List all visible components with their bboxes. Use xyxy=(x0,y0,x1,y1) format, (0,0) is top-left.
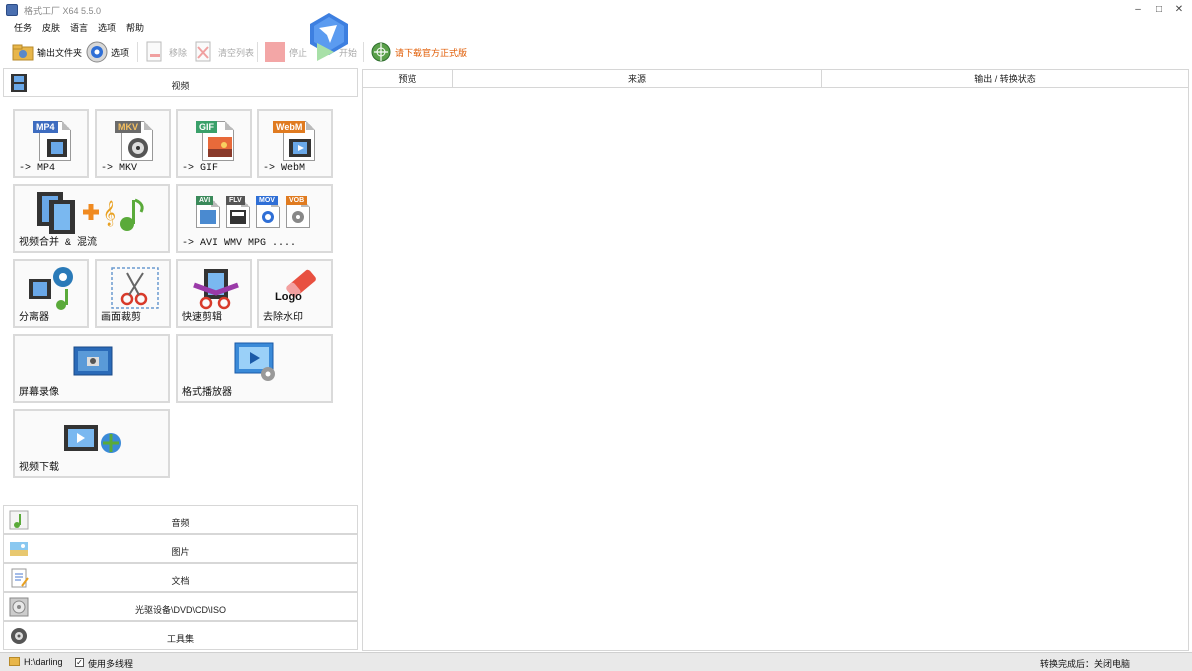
after-convert-option[interactable]: 转换完成后：关闭电脑 xyxy=(1040,657,1130,670)
clear-list-button[interactable]: 清空列表 xyxy=(193,40,254,64)
tile-to-mkv[interactable]: MKV -> MKV xyxy=(95,109,171,178)
category-toolbox[interactable]: 工具集 xyxy=(3,621,358,650)
play-icon xyxy=(314,41,336,63)
column-preview[interactable]: 预览 xyxy=(363,70,453,88)
tile-remove-watermark[interactable]: Logo 去除水印 xyxy=(257,259,333,328)
splitter-icon xyxy=(29,267,73,310)
screen-record-icon xyxy=(73,346,113,376)
stop-button[interactable]: 停止 xyxy=(264,40,307,64)
tile-video-merge-mux[interactable]: 𝄞 视频合并 & 混流 xyxy=(13,184,170,253)
category-optical-disc[interactable]: 光驱设备\DVD\CD\ISO xyxy=(3,592,358,621)
start-button[interactable]: 开始 xyxy=(314,40,357,64)
format-factory-window: 格式工厂 X64 5.5.0 – □ ✕ 任务 皮肤 语言 选项 帮助 输出文件… xyxy=(0,0,1192,671)
tile-splitter[interactable]: 分离器 xyxy=(13,259,89,328)
tile-to-gif[interactable]: GIF -> GIF xyxy=(176,109,252,178)
folder-icon xyxy=(12,41,34,63)
tile-to-avi-wmv-mpg[interactable]: AVI FLV MOV VOB -> AVI WMV MPG .... xyxy=(176,184,333,253)
player-icon xyxy=(234,342,275,381)
tile-to-mp4[interactable]: MP4 -> MP4 xyxy=(13,109,89,178)
multithread-checkbox[interactable]: ✓ xyxy=(75,658,84,667)
task-list[interactable]: 预览 来源 输出 / 转换状态 xyxy=(362,69,1189,651)
category-document[interactable]: 文档 xyxy=(3,563,358,592)
title-bar: 格式工厂 X64 5.5.0 – □ ✕ xyxy=(0,0,1192,20)
clear-icon xyxy=(193,41,215,63)
category-audio[interactable]: 音频 xyxy=(3,505,358,534)
tile-quick-clip[interactable]: 快速剪辑 xyxy=(176,259,252,328)
menu-options[interactable]: 选项 xyxy=(98,21,116,34)
download-official-button[interactable]: 请下载官方正式版 xyxy=(370,40,467,64)
gif-file-icon: GIF xyxy=(196,117,236,163)
tile-to-webm[interactable]: WebM -> WebM xyxy=(257,109,333,178)
category-video[interactable]: 视频 xyxy=(3,68,358,97)
category-image[interactable]: 图片 xyxy=(3,534,358,563)
globe-icon xyxy=(370,41,392,63)
remove-file-icon xyxy=(144,41,166,63)
output-folder-button[interactable]: 输出文件夹 xyxy=(12,40,82,64)
video-download-icon xyxy=(64,425,121,453)
svg-text:𝄞: 𝄞 xyxy=(103,200,116,226)
webm-file-icon: WebM xyxy=(273,117,317,163)
column-output-status[interactable]: 输出 / 转换状态 xyxy=(822,70,1188,88)
maximize-button[interactable]: □ xyxy=(1152,4,1166,16)
menu-skin[interactable]: 皮肤 xyxy=(42,21,60,34)
menu-bar: 任务 皮肤 语言 选项 帮助 xyxy=(0,21,300,35)
multi-format-icons: AVI FLV MOV VOB xyxy=(196,194,326,234)
menu-language[interactable]: 语言 xyxy=(70,21,88,34)
status-bar: H:\darling ✓ 使用多线程 转换完成后：关闭电脑 xyxy=(0,652,1192,671)
menu-help[interactable]: 帮助 xyxy=(126,21,144,34)
mp4-file-icon: MP4 xyxy=(33,117,73,163)
window-title: 格式工厂 X64 5.5.0 xyxy=(24,6,102,16)
eraser-icon xyxy=(286,269,316,298)
logo-text: Logo xyxy=(275,291,302,303)
minimize-button[interactable]: – xyxy=(1131,4,1145,16)
tile-crop[interactable]: 画面裁剪 xyxy=(95,259,171,328)
folder-icon xyxy=(9,657,20,666)
remove-button[interactable]: 移除 xyxy=(144,40,187,64)
menu-task[interactable]: 任务 xyxy=(14,21,32,34)
multithread-label: 使用多线程 xyxy=(88,659,134,669)
toolbar-separator xyxy=(137,42,138,62)
tile-screen-record[interactable]: 屏幕录像 xyxy=(13,334,170,403)
options-button[interactable]: 选项 xyxy=(86,40,129,64)
stop-icon xyxy=(264,41,286,63)
crop-scissors-icon xyxy=(111,267,159,309)
merge-video-audio-icon: 𝄞 xyxy=(37,192,144,234)
close-button[interactable]: ✕ xyxy=(1172,4,1186,16)
output-path[interactable]: H:\darling xyxy=(24,657,63,667)
tile-video-download[interactable]: 视频下载 xyxy=(13,409,170,478)
app-icon xyxy=(6,4,18,16)
tile-format-player[interactable]: 格式播放器 xyxy=(176,334,333,403)
gear-icon xyxy=(86,41,108,63)
toolbar: 输出文件夹 选项 移除 清空列表 停止 开始 请下载官方正式版 xyxy=(0,38,1192,66)
quick-clip-icon xyxy=(193,269,239,310)
toolbar-separator xyxy=(257,42,258,62)
category-panel: 视频 MP4 -> MP4 MKV -> MKV GIF -> GIF WebM… xyxy=(3,68,358,651)
column-source[interactable]: 来源 xyxy=(453,70,822,88)
mkv-file-icon: MKV xyxy=(115,117,155,163)
video-tools-grid: MP4 -> MP4 MKV -> MKV GIF -> GIF WebM ->… xyxy=(3,100,358,504)
toolbar-separator xyxy=(363,42,364,62)
